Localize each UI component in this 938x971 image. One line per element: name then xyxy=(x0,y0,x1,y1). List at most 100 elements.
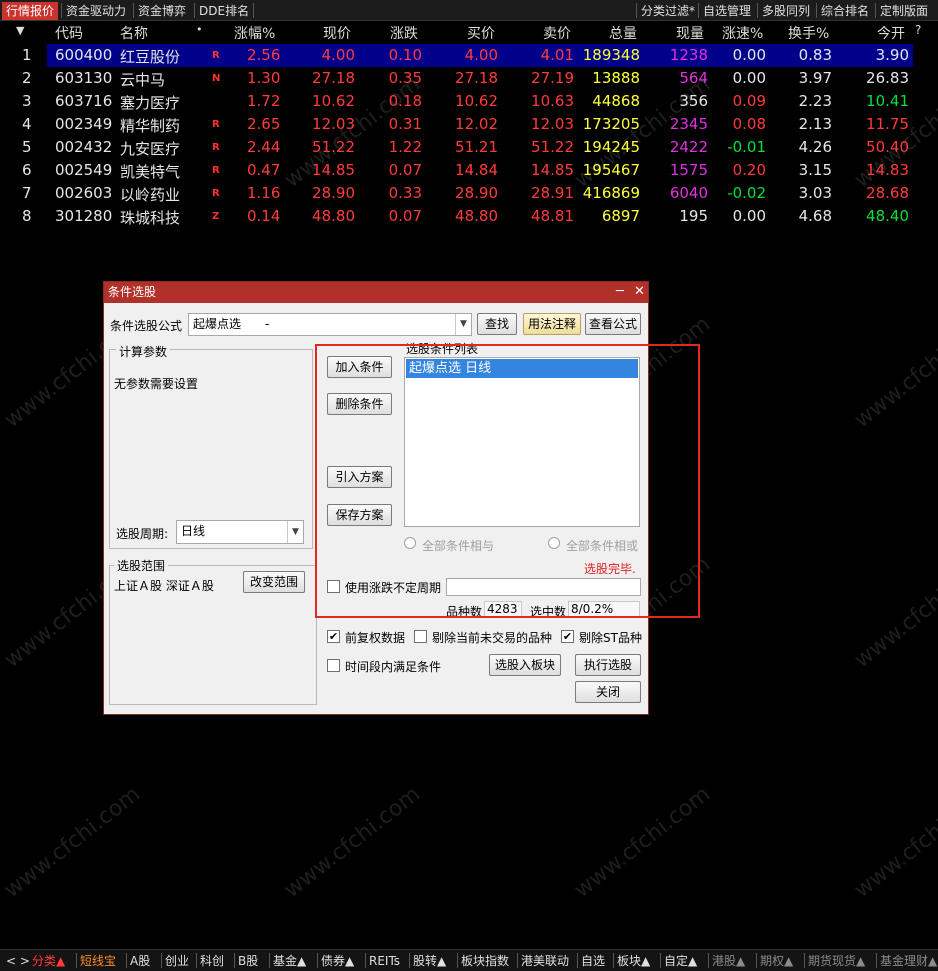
sort-arrow-icon[interactable]: ▼ xyxy=(16,24,24,37)
tab-separator xyxy=(365,953,366,968)
col-current-vol[interactable]: 现量 xyxy=(676,23,704,43)
find-button[interactable]: 查找 xyxy=(477,313,517,335)
table-row[interactable]: 2 603130 云中马 N 1.30 27.18 0.35 27.18 27.19 13888 5… xyxy=(0,67,938,90)
table-row[interactable]: 6 002549 凯美特气 R 0.47 14.85 0.07 14.84 14.85 19546… xyxy=(0,159,938,182)
cell-name: 九安医疗 xyxy=(120,140,181,158)
watermark-text: www.cfchi.com xyxy=(849,311,938,434)
bottom-tab[interactable]: 基金理财▲ xyxy=(880,952,937,970)
col-code[interactable]: 代码 xyxy=(55,23,83,43)
cell-flag: R xyxy=(212,50,220,61)
cell-vol: 195467 xyxy=(582,161,640,179)
cell-ask: 51.22 xyxy=(531,138,574,156)
col-bid[interactable]: 买价 xyxy=(467,23,495,43)
col-speed[interactable]: 涨速% xyxy=(722,23,763,43)
bottom-tab[interactable]: 自定▲ xyxy=(664,952,697,970)
cell-price: 10.62 xyxy=(312,92,355,110)
col-volume[interactable]: 总量 xyxy=(609,23,637,43)
cell-idx: 7 xyxy=(22,184,32,202)
nav-prev-next-icon[interactable]: < > xyxy=(6,952,30,970)
dialog-title: 条件选股 xyxy=(108,285,157,299)
cell-price: 51.22 xyxy=(312,138,355,156)
exclude-untraded-label: 剔除当前未交易的品种 xyxy=(432,631,553,645)
bottom-tab[interactable]: 基金▲ xyxy=(273,952,306,970)
bottom-tab[interactable]: 期货现货▲ xyxy=(808,952,865,970)
cell-chg: 0.33 xyxy=(388,184,422,202)
tab-composite-rank[interactable]: 综合排名 xyxy=(817,2,873,20)
tab-separator xyxy=(457,953,458,968)
tab-category-filter[interactable]: 分类过滤* xyxy=(637,2,699,20)
bottom-tab[interactable]: 债券▲ xyxy=(321,952,354,970)
cell-speed: 0.00 xyxy=(732,69,766,87)
bottom-tab[interactable]: 港美联动 xyxy=(521,952,569,970)
close-button[interactable]: 关闭 xyxy=(575,681,641,703)
col-change[interactable]: 涨跌 xyxy=(390,23,418,43)
col-pct[interactable]: 涨幅% xyxy=(234,23,275,43)
tab-custom-layout[interactable]: 定制版面 xyxy=(876,2,932,20)
table-row[interactable]: 4 002349 精华制药 R 2.65 12.03 0.31 12.02 12.03 17320… xyxy=(0,113,938,136)
bottom-tab[interactable]: 自选 xyxy=(581,952,605,970)
period-select[interactable]: 日线 ▼ xyxy=(176,520,304,544)
bottom-tab[interactable]: 板块▲ xyxy=(617,952,650,970)
execute-select-button[interactable]: 执行选股 xyxy=(575,654,641,676)
to-block-button[interactable]: 选股入板块 xyxy=(489,654,561,676)
bottom-tab[interactable]: 港股▲ xyxy=(712,952,745,970)
usage-notes-button[interactable]: 用法注释 xyxy=(523,313,581,335)
bottom-tab[interactable]: 股转▲ xyxy=(413,952,446,970)
cell-bid: 51.21 xyxy=(455,138,498,156)
time-range-checkbox[interactable] xyxy=(327,659,340,672)
bottom-tab[interactable]: 期权▲ xyxy=(760,952,793,970)
tab-market-quotes[interactable]: 行情报价 xyxy=(2,2,59,20)
exclude-st-checkbox[interactable]: ✔ xyxy=(561,630,574,643)
pre-adjust-checkbox[interactable]: ✔ xyxy=(327,630,340,643)
cell-vol: 189348 xyxy=(582,46,640,64)
change-scope-button[interactable]: 改变范围 xyxy=(243,571,305,593)
bottom-tab[interactable]: B股 xyxy=(238,952,258,970)
cell-flag: R xyxy=(212,188,220,199)
table-row[interactable]: 3 603716 塞力医疗 1.72 10.62 0.18 10.62 10.63 44868 3… xyxy=(0,90,938,113)
tab-separator xyxy=(804,953,805,968)
table-row[interactable]: 1 600400 红豆股份 R 2.56 4.00 0.10 4.00 4.01 189348 12… xyxy=(22,44,913,67)
bottom-tab[interactable]: 短线宝 xyxy=(80,952,116,970)
bottom-tab[interactable]: 板块指数 xyxy=(461,952,509,970)
period-label: 选股周期: xyxy=(116,527,169,541)
table-row[interactable]: 5 002432 九安医疗 R 2.44 51.22 1.22 51.21 51.22 19424… xyxy=(0,136,938,159)
tab-watchlist-manage[interactable]: 自选管理 xyxy=(699,2,755,20)
minimize-icon[interactable]: ─ xyxy=(616,282,624,302)
watermark-text: www.cfchi.com xyxy=(849,551,938,674)
close-icon[interactable]: ✕ xyxy=(634,282,645,302)
formula-select[interactable]: 起爆点选 - ▼ xyxy=(188,313,472,336)
col-name[interactable]: 名称 xyxy=(120,23,148,43)
tab-multi-stock[interactable]: 多股同列 xyxy=(758,2,814,20)
bottom-tab[interactable]: 创业 xyxy=(165,952,189,970)
cell-speed: 0.00 xyxy=(732,46,766,64)
bottom-tab[interactable]: REITs xyxy=(369,952,400,970)
help-question-icon[interactable]: ? xyxy=(915,23,921,37)
table-row[interactable]: 7 002603 以岭药业 R 1.16 28.90 0.33 28.90 28.91 41686… xyxy=(0,182,938,205)
cell-cur: 1238 xyxy=(669,46,708,64)
cell-idx: 5 xyxy=(22,138,32,156)
col-open[interactable]: 今开 xyxy=(877,23,905,43)
bottom-tab[interactable]: A股 xyxy=(130,952,150,970)
cell-chg: 0.07 xyxy=(388,161,422,179)
chevron-down-icon[interactable]: ▼ xyxy=(455,314,471,335)
chevron-down-icon[interactable]: ▼ xyxy=(287,521,303,543)
cell-pct: 0.47 xyxy=(247,161,281,179)
tab-fund-drive[interactable]: 资金驱动力 xyxy=(62,2,130,20)
col-price[interactable]: 现价 xyxy=(323,23,351,43)
bottom-tab[interactable]: 科创 xyxy=(200,952,224,970)
view-formula-button[interactable]: 查看公式 xyxy=(585,313,641,335)
cell-code: 002549 xyxy=(55,161,113,179)
table-row[interactable]: 8 301280 珠城科技 Z 0.14 48.80 0.07 48.80 48.81 6897 1… xyxy=(0,205,938,228)
cell-flag: N xyxy=(212,73,221,84)
tab-fund-game[interactable]: 资金博弈 xyxy=(134,2,190,20)
col-ask[interactable]: 卖价 xyxy=(543,23,571,43)
tab-dde-rank[interactable]: DDE排名 xyxy=(195,2,253,20)
cell-turn: 3.15 xyxy=(798,161,832,179)
tab-separator xyxy=(756,953,757,968)
cell-vol: 44868 xyxy=(592,92,640,110)
bottom-tab[interactable]: 分类▲ xyxy=(32,952,65,970)
exclude-untraded-checkbox[interactable] xyxy=(414,630,427,643)
col-turnover[interactable]: 换手% xyxy=(788,23,829,43)
col-flag-dot-icon: • xyxy=(196,23,203,36)
dialog-titlebar[interactable]: 条件选股 ─ ✕ xyxy=(104,282,648,303)
